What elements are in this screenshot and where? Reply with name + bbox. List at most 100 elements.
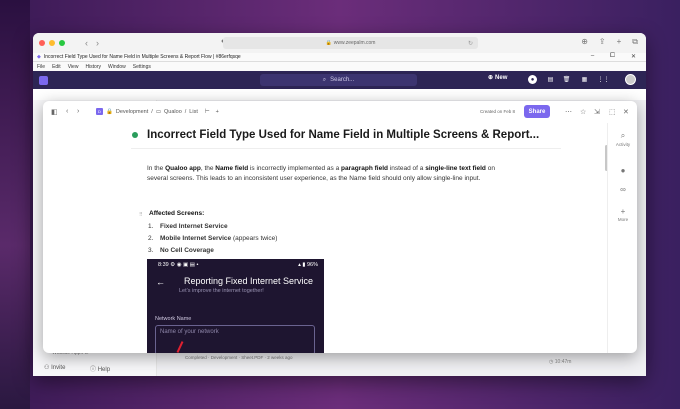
description-segment: single-line text field — [425, 165, 486, 172]
link-icon: ∞ — [620, 185, 626, 194]
win-minimize[interactable]: – — [591, 53, 594, 60]
task-description[interactable]: In the Qualoo app, the Name field is inc… — [147, 164, 517, 184]
list-item: 2. Mobile Internet Service (appears twice… — [148, 235, 277, 247]
search-placeholder: Search... — [330, 77, 355, 83]
maximize-window-button[interactable] — [59, 40, 65, 46]
menu-edit[interactable]: Edit — [52, 64, 61, 70]
right-rail: ⌕ Activity ● ∞ + More — [607, 123, 637, 353]
bg-task-time: ◷ 10:47m — [549, 359, 571, 365]
invite-button[interactable]: ⚇ Invite — [44, 364, 65, 371]
menu-window[interactable]: Window — [108, 64, 126, 70]
url-text: www.zeepalm.com — [333, 40, 376, 46]
win-restore[interactable]: ⧠ — [610, 53, 615, 60]
list-number: 3. — [148, 247, 154, 254]
subtask-icon[interactable]: ⊢ — [205, 109, 210, 115]
forward-icon[interactable]: › — [96, 38, 99, 48]
close-window-button[interactable] — [39, 40, 45, 46]
ai-icon[interactable]: ● — [528, 75, 537, 84]
search-input[interactable]: ⌕ Search... — [260, 74, 417, 86]
new-tab-icon[interactable]: + — [617, 37, 622, 47]
plus-icon: + — [620, 207, 626, 216]
chevron-down-icon[interactable]: › — [77, 108, 79, 115]
more-icon[interactable]: ⋯ — [565, 108, 572, 116]
affected-screens-heading: Affected Screens: — [149, 210, 205, 217]
back-icon[interactable]: ‹ — [85, 38, 88, 48]
github-button[interactable]: ● — [608, 166, 637, 176]
plus-icon: ⊕ — [488, 75, 494, 81]
expand-icon[interactable]: ⬚ — [609, 108, 616, 116]
add-icon[interactable]: + — [216, 109, 219, 115]
breadcrumb-qualoo[interactable]: Qualoo — [164, 109, 182, 115]
share-icon[interactable]: ⇪ — [599, 37, 606, 47]
screen-name: No Cell Coverage — [160, 247, 214, 254]
favicon-icon: ◆ — [37, 54, 41, 60]
app-logo[interactable] — [39, 75, 48, 85]
description-segment: paragraph field — [341, 165, 388, 172]
share-button[interactable]: Share — [524, 105, 550, 118]
attached-screenshot[interactable]: 8:39 ⚙ ◉ ▣ ▤ • ▴ ▮ 96% ← Reporting Fixed… — [147, 259, 324, 353]
screen-name: Fixed Internet Service — [160, 223, 228, 230]
star-icon[interactable]: ☆ — [580, 108, 586, 116]
breadcrumb-list[interactable]: List — [189, 109, 198, 115]
minimize-icon[interactable]: ⇲ — [594, 108, 600, 116]
created-date: Created on Feb 8 — [480, 109, 516, 114]
chevron-up-icon[interactable]: ‹ — [66, 108, 68, 115]
back-arrow-icon: ← — [156, 277, 165, 287]
phone-battery: 96% — [306, 262, 318, 268]
active-tab-title[interactable]: Incorrect Field Type Used for Name Field… — [44, 54, 241, 60]
screen-note: (appears twice) — [231, 235, 278, 242]
help-icon: ⓘ — [90, 367, 97, 373]
menu-bar: File Edit View History Window Settings — [33, 62, 646, 71]
search-icon: ⌕ — [620, 131, 626, 140]
list-item: 3. No Cell Coverage — [148, 247, 277, 259]
menu-settings[interactable]: Settings — [133, 64, 151, 70]
new-button[interactable]: ⊕ New — [488, 74, 507, 82]
activity-button[interactable]: ⌕ Activity — [608, 131, 637, 147]
notepad-icon[interactable]: ▤ — [546, 75, 555, 84]
menu-view[interactable]: View — [68, 64, 79, 70]
wallpaper-left — [0, 0, 30, 409]
status-check-icon[interactable] — [132, 132, 138, 138]
description-segment: Name field — [215, 165, 249, 172]
apps-icon[interactable]: ⋮⋮ — [598, 75, 610, 84]
avatar[interactable] — [625, 74, 636, 85]
search-icon: ⌕ — [322, 76, 327, 83]
link-button[interactable]: ∞ — [608, 185, 637, 195]
description-segment: , the — [200, 165, 216, 172]
signal-icon: ▴ ▮ — [298, 262, 306, 268]
phone-time: 8:39 — [158, 262, 169, 268]
trash-icon[interactable]: 🗑 — [562, 75, 571, 84]
breadcrumb-development[interactable]: Development — [116, 109, 148, 115]
address-bar[interactable]: 🔒 www.zeepalm.com ↻ — [223, 37, 478, 49]
help-button[interactable]: ⓘ Help — [90, 364, 110, 373]
download-icon[interactable]: ⊕ — [581, 37, 588, 47]
task-header: ◧ ‹ › D 🔒 Development / ▭ Qualoo / List … — [43, 101, 637, 123]
bg-task-status: Completed · Development · Sheet.PDF · 2 … — [185, 355, 293, 360]
win-close[interactable]: ✕ — [631, 53, 636, 60]
minimize-window-button[interactable] — [49, 40, 55, 46]
docs-icon[interactable]: ▦ — [580, 75, 589, 84]
close-icon[interactable]: ✕ — [623, 108, 629, 116]
user-plus-icon: ⚇ — [44, 365, 50, 371]
task-title[interactable]: Incorrect Field Type Used for Name Field… — [147, 129, 539, 141]
description-segment: is incorrectly implemented as a — [248, 165, 342, 172]
sidebar-toggle-icon[interactable]: ◧ — [51, 108, 58, 116]
tabs-overview-icon[interactable]: ⧉ — [632, 37, 638, 47]
list-number: 1. — [148, 223, 154, 230]
github-icon: ● — [620, 166, 626, 175]
breadcrumb-separator: / — [151, 108, 153, 115]
list-number: 2. — [148, 235, 154, 242]
lock-icon: 🔒 — [106, 108, 113, 115]
app-topbar: ⌕ Search... ⊕ New ● ▤ 🗑 ▦ ⋮⋮ — [33, 71, 646, 89]
description-segment: Qualoo app — [165, 165, 201, 172]
drag-handle-icon[interactable]: ⠿ — [139, 212, 143, 218]
screen-name: Mobile Internet Service — [160, 235, 232, 242]
phone-title: Reporting Fixed Internet Service — [184, 276, 314, 286]
more-button[interactable]: + More — [608, 207, 637, 222]
lock-icon: 🔒 — [325, 40, 332, 46]
more-label: More — [617, 217, 629, 222]
reload-icon[interactable]: ↻ — [468, 40, 473, 47]
affected-screens-list: 1. Fixed Internet Service 2. Mobile Intern… — [148, 223, 277, 259]
menu-file[interactable]: File — [37, 64, 45, 70]
menu-history[interactable]: History — [85, 64, 101, 70]
